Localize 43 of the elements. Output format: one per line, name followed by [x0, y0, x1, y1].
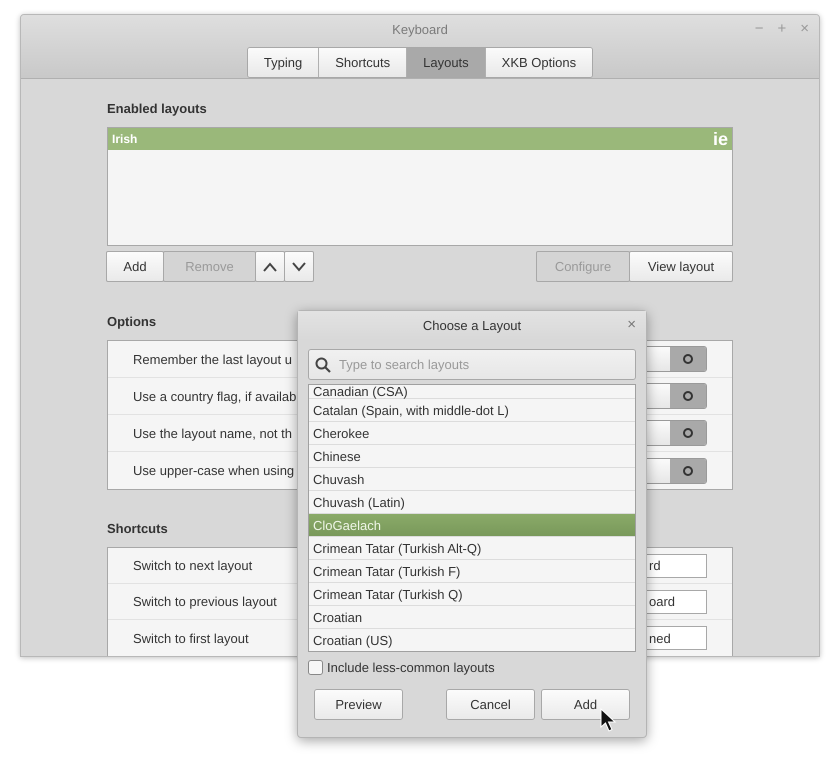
search-icon	[315, 356, 331, 372]
layout-name: Irish	[112, 132, 138, 146]
search-field[interactable]: Type to search layouts	[308, 349, 636, 380]
layout-option[interactable]: Crimean Tatar (Turkish Q)	[309, 583, 635, 606]
cancel-button[interactable]: Cancel	[446, 689, 535, 720]
layout-option[interactable]: Canadian (CSA)	[309, 385, 635, 399]
tab[interactable]: Layouts	[407, 48, 486, 77]
layout-code: ie	[712, 128, 728, 150]
layout-option[interactable]: Catalan (Spain, with middle-dot L)	[309, 399, 635, 422]
section-heading: Shortcuts	[107, 521, 168, 537]
shortcut-label: Switch to next layout	[133, 558, 252, 573]
dialog-title: Choose a Layout	[422, 318, 522, 332]
preview-button[interactable]: Preview	[314, 689, 403, 720]
layout-option[interactable]: Crimean Tatar (Turkish F)	[309, 560, 635, 583]
include-checkbox[interactable]: Include less-common layouts	[308, 660, 636, 675]
add-button[interactable]: Add	[541, 689, 630, 720]
option-label: Use upper-case when using	[133, 463, 294, 478]
chevron-up-icon	[262, 262, 278, 272]
layout-option[interactable]: Croatian	[309, 606, 635, 629]
cursor-icon	[600, 708, 618, 732]
shortcut-label: Switch to previous layout	[133, 594, 277, 609]
window-title: Keyboard	[392, 22, 448, 39]
tab[interactable]: XKB Options	[486, 48, 592, 77]
search-input[interactable]: Type to search layouts	[337, 356, 629, 373]
tab[interactable]: Shortcuts	[319, 48, 408, 77]
checkbox[interactable]	[308, 660, 323, 675]
shortcut-label: Switch to first layout	[133, 630, 249, 646]
option-label: Use the layout name, not th	[133, 426, 292, 440]
layout-option[interactable]: Chuvash	[309, 468, 635, 491]
option-label: Remember the last layout u	[133, 352, 292, 366]
layout-option[interactable]: Croatian (US)	[309, 629, 635, 651]
layout-option[interactable]: Chinese	[309, 445, 635, 468]
view-layout-button[interactable]: View layout	[629, 251, 733, 282]
move-down-button[interactable]	[284, 251, 314, 282]
layout-option[interactable]: Cherokee	[309, 422, 635, 445]
chevron-down-icon	[291, 262, 307, 272]
add-button[interactable]: Add	[106, 251, 164, 282]
section-heading: Options	[107, 314, 156, 330]
move-up-button[interactable]	[255, 251, 285, 282]
option-label: Use a country flag, if availab	[133, 388, 296, 404]
section-heading: Enabled layouts	[107, 101, 207, 117]
layout-option[interactable]: Crimean Tatar (Turkish Alt-Q)	[309, 537, 635, 560]
tab[interactable]: Typing	[248, 48, 320, 77]
